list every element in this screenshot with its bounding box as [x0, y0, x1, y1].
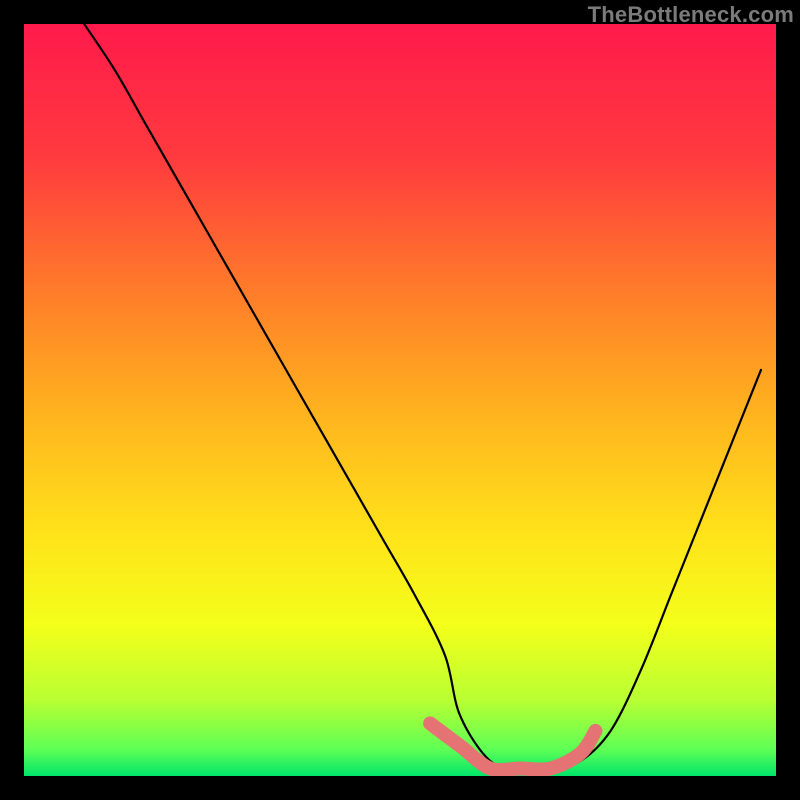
plot-area — [24, 24, 776, 776]
watermark-text: TheBottleneck.com — [588, 2, 794, 28]
curve-layer — [24, 24, 776, 776]
optimal-range-highlight — [430, 723, 595, 770]
bottleneck-curve — [84, 24, 761, 769]
chart-frame: TheBottleneck.com — [0, 0, 800, 800]
